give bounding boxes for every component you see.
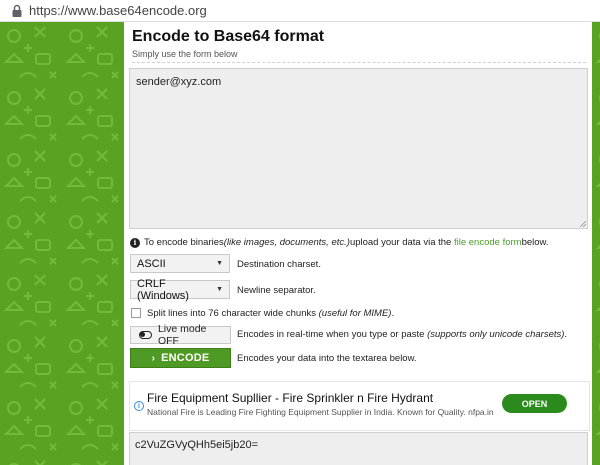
split-lines-label: Split lines into 76 character wide chunk… [147,308,394,319]
background-pattern-right [592,22,600,465]
live-mode-description: Encodes in real-time when you type or pa… [237,329,567,340]
file-encode-form-link[interactable]: file encode form [454,237,522,248]
encode-button-label: ENCODE [161,352,210,364]
split-label-italic: (useful for MIME) [318,308,392,319]
encode-button[interactable]: › ENCODE [130,348,231,368]
page-subtitle: Simply use the form below [132,49,238,59]
info-circle-icon: i [130,237,140,248]
background-pattern-left [0,22,124,465]
charset-label: Destination charset. [237,259,321,270]
newline-label: Newline separator. [237,285,316,296]
ad-open-button[interactable]: OPEN [502,394,567,413]
encode-description: Encodes your data into the textarea belo… [237,353,417,364]
split-label-suffix: . [391,308,395,319]
caret-down-icon: ▼ [216,286,223,293]
newline-value: CRLF (Windows) [137,277,189,302]
charset-value: ASCII [137,257,166,270]
advertisement[interactable]: i Fire Equipment Supllier - Fire Sprinkl… [129,381,590,431]
ad-title[interactable]: Fire Equipment Supllier - Fire Sprinkler… [147,391,433,405]
ad-info-icon[interactable]: i [134,401,144,411]
binary-encode-hint: i To encode binaries (like images, docum… [130,237,549,248]
newline-select[interactable]: CRLF (Windows) ▼ [130,277,230,302]
lock-icon [12,4,22,17]
ad-description: National Fire is Leading Fire Fighting E… [147,407,494,417]
resize-grip-icon[interactable] [580,221,586,227]
source-data-textarea[interactable]: sender@xyz.com [129,68,588,229]
encoded-output-textarea[interactable]: c2VuZGVyQHh5ei5jb20= [129,432,588,465]
divider [132,62,586,63]
toggle-off-icon [139,331,152,339]
live-mode-label: Live mode OFF [157,323,207,347]
main-content: Encode to Base64 format Simply use the f… [124,22,592,465]
charset-select[interactable]: ASCII ▼ [130,254,230,273]
hint-suffix: below. [521,237,549,248]
live-desc-italic: (supports only unicode charsets) [427,329,565,340]
hint-middle: upload your data via the [349,237,452,248]
chevron-right-icon: › [151,352,156,364]
split-lines-checkbox[interactable] [131,308,141,318]
browser-address-bar[interactable]: https://www.base64encode.org [0,0,600,22]
live-desc-suffix: . [564,329,568,340]
hint-prefix: To encode binaries [144,237,224,248]
page-title: Encode to Base64 format [132,28,325,45]
split-label-prefix: Split lines into 76 character wide chunk… [147,308,319,319]
live-mode-button[interactable]: Live mode OFF [130,323,231,347]
url-text[interactable]: https://www.base64encode.org [29,3,207,18]
live-desc-prefix: Encodes in real-time when you type or pa… [237,329,428,340]
hint-italic: (like images, documents, etc.) [223,237,350,248]
caret-down-icon: ▼ [216,260,223,267]
